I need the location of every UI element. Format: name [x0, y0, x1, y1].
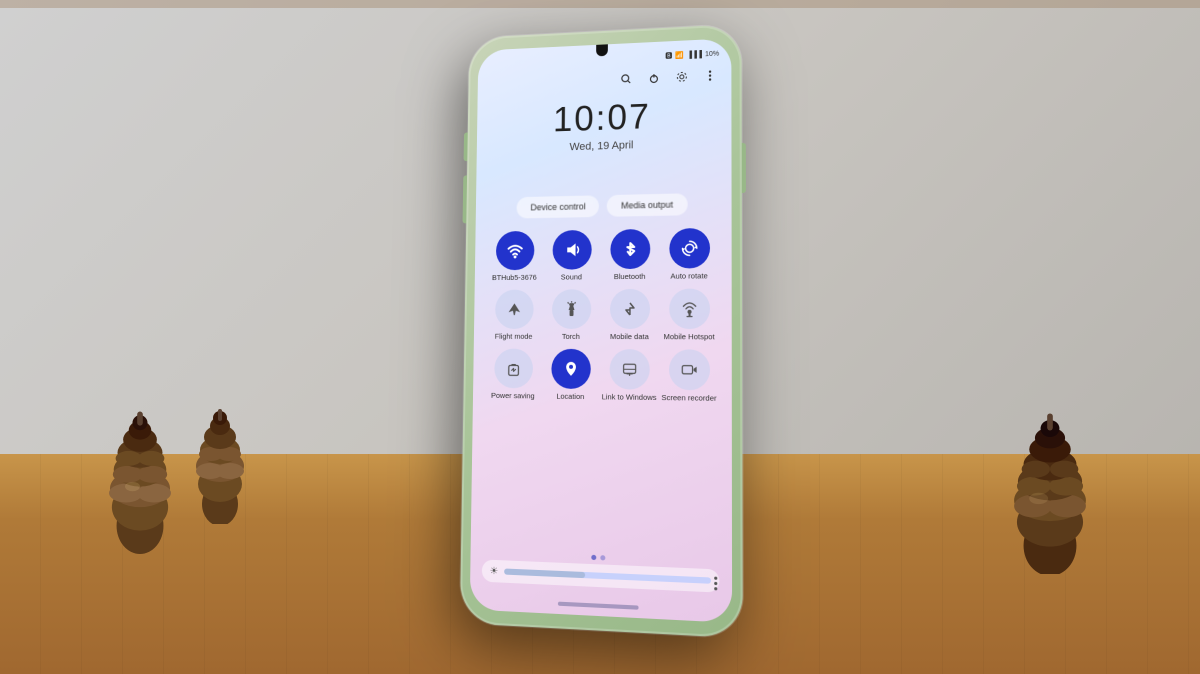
page-dot-1: [591, 555, 596, 560]
qs-row-3: Power saving Location Link to Windows: [484, 349, 719, 403]
screenrecorder-label: Screen recorder: [661, 393, 716, 403]
mobiledata-label: Mobile data: [610, 332, 649, 341]
status-icons: 🅱 📶 ▐▐▐ 10%: [665, 49, 719, 61]
qs-tile-wifi[interactable]: BTHub5-3676: [488, 231, 541, 282]
bluetooth-label: Bluetooth: [614, 272, 646, 281]
wifi-label: BTHub5-3676: [492, 273, 537, 282]
location-label: Location: [556, 392, 584, 401]
power-button[interactable]: [742, 143, 746, 193]
torch-label: Torch: [562, 332, 580, 341]
qs-tile-linktowindows[interactable]: Link to Windows: [601, 349, 656, 402]
time-display: 10:07 Wed, 19 April: [477, 93, 732, 156]
powersaving-icon: [494, 349, 533, 389]
linktowindows-label: Link to Windows: [602, 392, 657, 402]
powersaving-label: Power saving: [491, 391, 535, 400]
signal-bars-icon: ▐▐▐: [687, 51, 702, 59]
search-icon[interactable]: [617, 70, 635, 88]
pinecone-right-small: [180, 404, 260, 524]
more-icon[interactable]: [701, 66, 719, 85]
battery-text: 10%: [705, 50, 719, 58]
qs-tile-location[interactable]: Location: [543, 349, 598, 401]
qs-row-1: BTHub5-3676 Sound Bluetooth: [486, 228, 719, 282]
phone: 🅱 📶 ▐▐▐ 10%: [460, 24, 743, 638]
mobilehotspot-label: Mobile Hotspot: [664, 332, 715, 341]
location-icon: [551, 349, 591, 389]
device-control-button[interactable]: Device control: [517, 195, 600, 218]
navigation-bar: [558, 602, 639, 610]
clock: 10:07: [477, 93, 732, 143]
linktowindows-icon: [609, 349, 649, 390]
settings-icon[interactable]: [673, 68, 691, 86]
device-media-row: Device control Media output: [487, 193, 719, 219]
qs-tile-bluetooth[interactable]: Bluetooth: [602, 229, 657, 281]
pinecone-right: [980, 404, 1120, 574]
qs-tile-mobilehotspot[interactable]: Mobile Hotspot: [661, 288, 717, 341]
flightmode-label: Flight mode: [495, 332, 533, 341]
brightness-more-icon[interactable]: [714, 577, 717, 591]
qs-tile-flightmode[interactable]: Flight mode: [487, 290, 540, 341]
qs-tile-autorotate[interactable]: Auto rotate: [661, 228, 717, 281]
wifi-status-icon: 📶: [675, 51, 684, 59]
qs-tile-powersaving[interactable]: Power saving: [486, 349, 540, 401]
qs-tile-screenrecorder[interactable]: Screen recorder: [661, 349, 717, 403]
shelf-line: [0, 0, 1200, 8]
quick-settings-grid: BTHub5-3676 Sound Bluetooth: [484, 228, 719, 411]
mobilehotspot-icon: [669, 288, 710, 329]
volume-down-button[interactable]: [463, 175, 468, 223]
qs-tile-torch[interactable]: Torch: [544, 289, 598, 341]
media-output-button[interactable]: Media output: [607, 193, 687, 216]
volume-up-button[interactable]: [464, 132, 468, 161]
qs-tile-sound[interactable]: Sound: [545, 230, 599, 282]
brightness-bar[interactable]: ☀: [482, 559, 720, 592]
brightness-icon: ☀: [490, 565, 499, 577]
mobiledata-icon: [609, 289, 649, 329]
bluetooth-status-icon: 🅱: [665, 51, 672, 61]
qs-row-2: Flight mode Torch Mobile data: [485, 288, 719, 341]
phone-screen: 🅱 📶 ▐▐▐ 10%: [470, 38, 732, 623]
wifi-icon: [495, 231, 534, 270]
sound-label: Sound: [561, 272, 582, 281]
screenrecorder-icon: [668, 349, 709, 390]
autorotate-icon: [669, 228, 710, 269]
autorotate-label: Auto rotate: [670, 271, 707, 280]
sound-icon: [552, 230, 591, 270]
flightmode-icon: [494, 290, 533, 329]
torch-icon: [551, 289, 591, 329]
page-dots: [591, 555, 605, 561]
bluetooth-icon: [610, 229, 650, 269]
brightness-fill: [504, 568, 711, 583]
qs-tile-mobiledata[interactable]: Mobile data: [602, 289, 657, 341]
page-dot-2: [600, 555, 605, 560]
power-icon[interactable]: [645, 69, 663, 87]
phone-frame: 🅱 📶 ▐▐▐ 10%: [460, 24, 743, 638]
